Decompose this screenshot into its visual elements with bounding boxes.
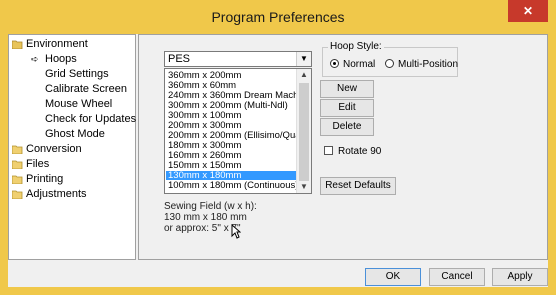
hoop-size-list[interactable]: 360mm x 200mm 360mm x 60mm 240mm x 360mm… — [164, 68, 312, 194]
ok-button[interactable]: OK — [365, 268, 421, 286]
close-button[interactable]: ✕ — [508, 0, 548, 22]
chevron-down-icon[interactable]: ▼ — [296, 52, 311, 66]
list-scrollbar[interactable]: ▲ ▼ — [296, 69, 311, 193]
tree-item-label: Conversion — [26, 143, 82, 155]
tree-item-check-updates[interactable]: Check for Updates — [45, 112, 136, 127]
tree-item-calibrate-screen[interactable]: Calibrate Screen — [45, 82, 127, 97]
window-title: Program Preferences — [211, 9, 345, 25]
tree-item-label: Hoops — [45, 53, 77, 65]
sewing-field-label: Sewing Field (w x h): — [164, 201, 257, 212]
tree-item-ghost-mode[interactable]: Ghost Mode — [45, 127, 105, 142]
list-item[interactable]: 300mm x 100mm — [166, 111, 296, 120]
edit-button[interactable]: Edit — [320, 99, 374, 117]
list-item-selected[interactable]: 130mm x 180mm — [166, 171, 296, 180]
hoop-style-label: Hoop Style: — [328, 41, 384, 52]
folder-icon — [12, 190, 23, 199]
chevron-up-icon[interactable]: ▲ — [297, 69, 311, 81]
list-item[interactable]: 300mm x 200mm (Multi-Ndl) — [166, 101, 296, 110]
apply-button[interactable]: Apply — [492, 268, 548, 286]
dialog-footer: OK Cancel Apply — [8, 263, 548, 287]
hoop-format-value: PES — [168, 53, 191, 65]
title-bar[interactable]: Program Preferences ✕ — [0, 0, 556, 34]
tree-item-label: Ghost Mode — [45, 128, 105, 140]
scrollbar-thumb[interactable] — [299, 83, 309, 181]
dialog-client: Environment ➪ Hoops Grid Settings Calibr… — [8, 34, 548, 287]
hoops-panel: PES ▼ 360mm x 200mm 360mm x 60mm 240mm x… — [138, 34, 548, 260]
radio-normal[interactable]: Normal — [330, 59, 375, 71]
checkbox-icon — [324, 146, 333, 155]
tree-item-label: Mouse Wheel — [45, 98, 113, 110]
tree-item-grid-settings[interactable]: Grid Settings — [45, 67, 109, 82]
radio-selected-icon — [330, 59, 339, 68]
list-item[interactable]: 180mm x 300mm — [166, 141, 296, 150]
list-item[interactable]: 360mm x 200mm — [166, 71, 296, 80]
hoop-style-group: Hoop Style: Normal Multi-Position — [322, 41, 458, 77]
list-item[interactable]: 100mm x 180mm (Continuous) — [166, 181, 296, 190]
tree-item-mouse-wheel[interactable]: Mouse Wheel — [45, 97, 112, 112]
sewing-field-in: or approx: 5" x 7" — [164, 223, 241, 234]
radio-multi-label: Multi-Position — [398, 59, 459, 70]
arrow-right-icon: ➪ — [31, 54, 39, 64]
rotate-90-checkbox[interactable]: Rotate 90 — [324, 146, 381, 158]
radio-icon — [385, 59, 394, 68]
rotate-90-label: Rotate 90 — [338, 146, 382, 157]
tree-item-label: Environment — [26, 38, 88, 50]
folder-icon — [12, 175, 23, 184]
chevron-down-icon[interactable]: ▼ — [297, 181, 311, 193]
folder-icon — [12, 145, 23, 154]
tree-item-label: Grid Settings — [45, 68, 109, 80]
list-item[interactable]: 240mm x 360mm Dream Mach./D — [166, 91, 296, 100]
tree-item-label: Check for Updates — [45, 113, 137, 125]
list-item[interactable]: 200mm x 300mm — [166, 121, 296, 130]
list-item[interactable]: 360mm x 60mm — [166, 81, 296, 90]
radio-multi-position[interactable]: Multi-Position — [385, 59, 458, 71]
hoop-format-select[interactable]: PES ▼ — [164, 51, 312, 67]
mouse-cursor-icon — [231, 223, 242, 242]
preferences-window: Program Preferences ✕ Environment ➪ Hoop… — [0, 0, 556, 295]
radio-normal-label: Normal — [343, 59, 376, 70]
list-item[interactable]: 150mm x 150mm — [166, 161, 296, 170]
folder-icon — [12, 160, 23, 169]
new-button[interactable]: New — [320, 80, 374, 98]
reset-defaults-button[interactable]: Reset Defaults — [320, 177, 396, 195]
sewing-field-mm: 130 mm x 180 mm — [164, 212, 247, 223]
tree-item-label: Files — [26, 158, 50, 170]
folder-open-icon — [12, 40, 23, 49]
list-item[interactable]: 160mm x 260mm — [166, 151, 296, 160]
tree-item-label: Adjustments — [26, 188, 87, 200]
delete-button[interactable]: Delete — [320, 118, 374, 136]
list-item[interactable]: 200mm x 200mm (Ellisimo/Quattro — [166, 131, 296, 140]
close-icon: ✕ — [522, 4, 534, 18]
cancel-button[interactable]: Cancel — [429, 268, 485, 286]
category-tree: Environment ➪ Hoops Grid Settings Calibr… — [8, 34, 136, 260]
tree-item-label: Printing — [26, 173, 64, 185]
tree-item-label: Calibrate Screen — [45, 83, 127, 95]
